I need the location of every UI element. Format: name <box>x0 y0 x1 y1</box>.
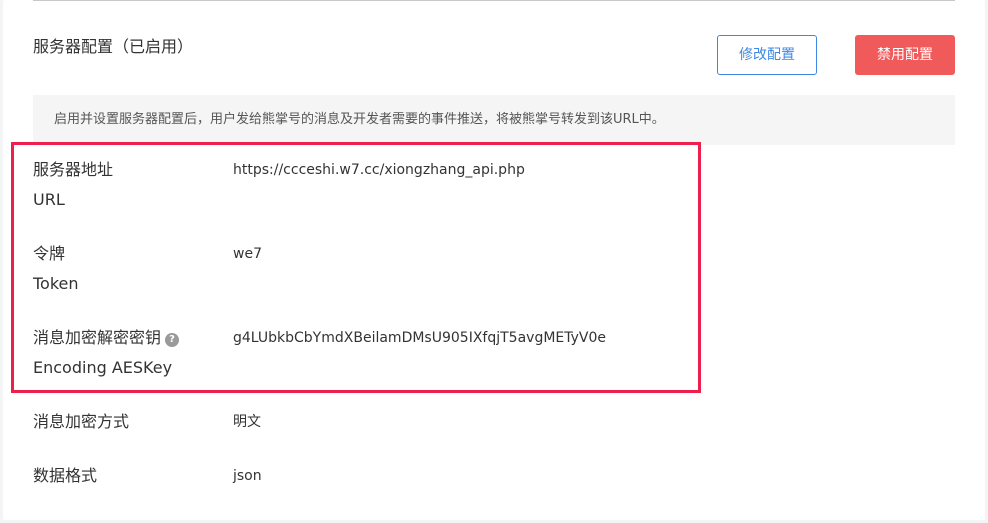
token-sublabel: Token <box>33 274 79 293</box>
encrypt-mode-value: 明文 <box>233 414 261 430</box>
url-label: 服务器地址 <box>33 160 114 179</box>
aeskey-label-row: 消息加密解密密钥? <box>33 328 180 348</box>
aeskey-label: 消息加密解密密钥 <box>33 328 162 347</box>
url-sublabel: URL <box>33 190 65 209</box>
encrypt-mode-label: 消息加密方式 <box>33 412 130 431</box>
token-value: we7 <box>233 246 262 262</box>
aeskey-sublabel: Encoding AESKey <box>33 358 173 377</box>
edit-config-button[interactable]: 修改配置 <box>717 35 817 75</box>
token-label: 令牌 <box>33 244 66 263</box>
disable-config-button[interactable]: 禁用配置 <box>855 35 955 75</box>
data-format-label: 数据格式 <box>33 466 98 485</box>
url-value: https://ccceshi.w7.cc/xiongzhang_api.php <box>233 162 525 178</box>
data-format-value: json <box>233 468 262 484</box>
aeskey-value: g4LUbkbCbYmdXBeilamDMsU905IXfqjT5avgMETy… <box>233 330 607 346</box>
section-title: 服务器配置（已启用） <box>33 37 194 56</box>
config-notice: 启用并设置服务器配置后，用户发给熊掌号的消息及开发者需要的事件推送，将被熊掌号转… <box>33 95 955 145</box>
help-icon[interactable]: ? <box>165 333 180 347</box>
top-divider <box>33 0 955 1</box>
server-config-card: 服务器配置（已启用） 修改配置 禁用配置 启用并设置服务器配置后，用户发给熊掌号… <box>3 0 985 520</box>
